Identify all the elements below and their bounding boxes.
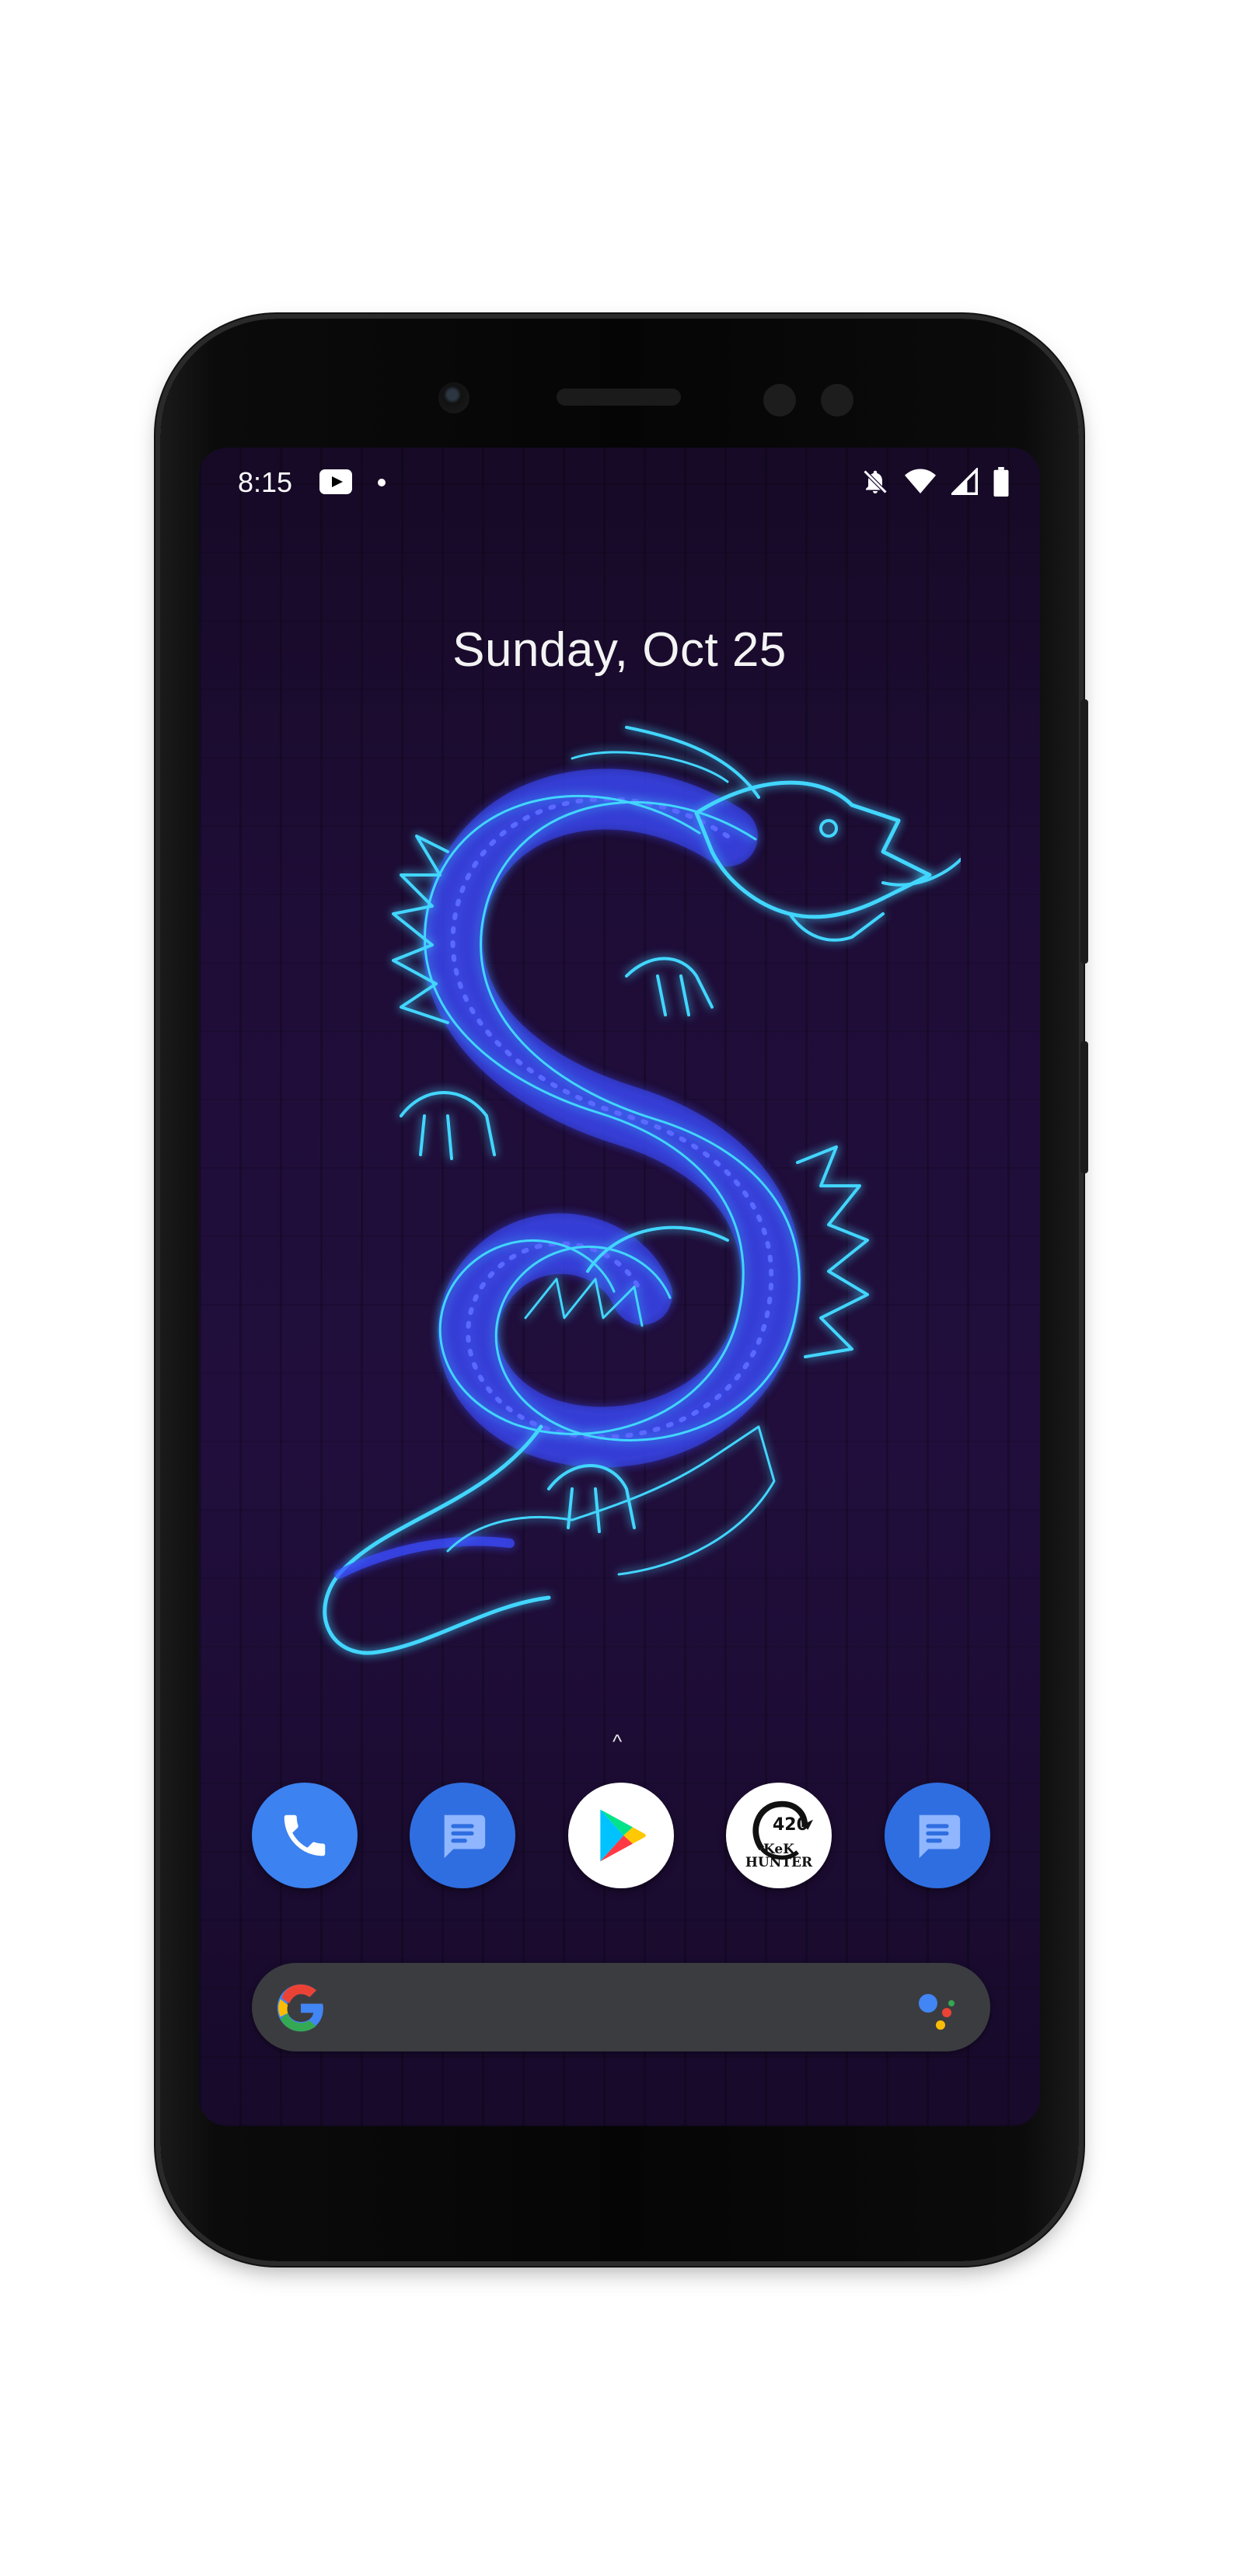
do-not-disturb-icon	[863, 469, 888, 494]
google-g-icon[interactable]	[275, 1982, 326, 2034]
messages-icon	[919, 1814, 961, 1859]
phone-app-icon[interactable]	[252, 1783, 358, 1888]
messages-icon	[444, 1814, 486, 1859]
power-button[interactable]	[1080, 699, 1088, 964]
date-widget[interactable]: Sunday, Oct 25	[199, 622, 1040, 678]
kek-hunter-label: KeK HUNTER	[745, 1842, 813, 1870]
youtube-icon	[319, 469, 352, 494]
home-screen: 8:15 Sunday, Oct 25 ^ 420 KeK HUNTER	[199, 448, 1040, 2126]
swipe-up-chevron-icon[interactable]: ^	[613, 1730, 622, 1754]
messages-app-icon-2[interactable]	[885, 1783, 990, 1888]
phone-frame: 8:15 Sunday, Oct 25 ^ 420 KeK HUNTER	[160, 319, 1088, 2261]
status-icons	[861, 465, 1009, 499]
earpiece-speaker	[557, 389, 681, 406]
notification-dot-icon	[378, 479, 386, 486]
front-camera-icon	[438, 382, 469, 413]
light-sensor	[821, 384, 853, 417]
messages-app-icon[interactable]	[410, 1783, 515, 1888]
phone-icon	[284, 1814, 326, 1856]
cell-signal-icon	[951, 468, 978, 495]
battery-icon	[993, 467, 1009, 497]
volume-button[interactable]	[1080, 1041, 1088, 1173]
kek-hunter-badge-number: 420	[773, 1815, 808, 1835]
proximity-sensor	[763, 384, 796, 417]
status-bar: 8:15	[199, 448, 1040, 518]
assistant-icon[interactable]	[913, 1986, 959, 2033]
app-dock: 420 KeK HUNTER	[199, 1783, 1040, 1888]
status-time: 8:15	[238, 466, 293, 498]
dragon-wallpaper	[323, 726, 961, 1655]
play-store-app-icon[interactable]	[568, 1783, 674, 1888]
google-search-bar[interactable]	[252, 1963, 990, 2051]
kek-hunter-app-icon[interactable]: 420 KeK HUNTER	[726, 1783, 832, 1888]
play-store-icon	[600, 1809, 646, 1862]
wifi-icon	[905, 469, 936, 493]
